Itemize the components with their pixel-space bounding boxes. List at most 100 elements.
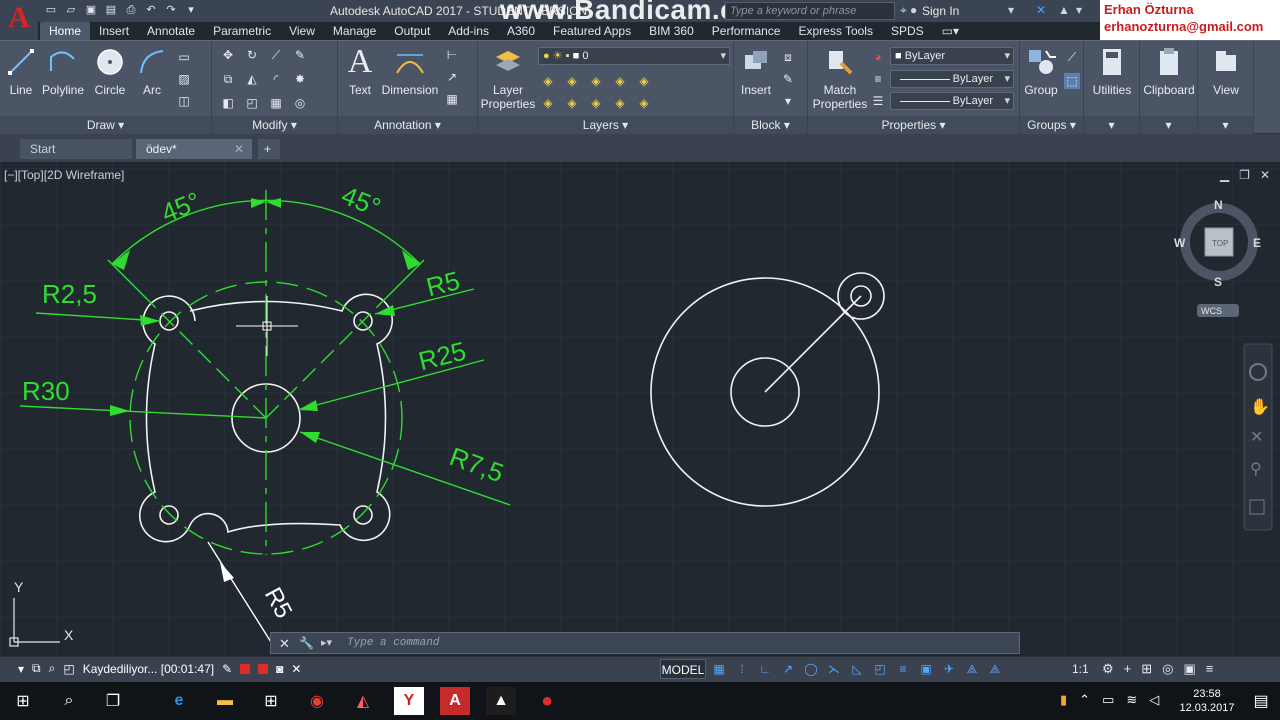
layer-unisolate-icon[interactable]: ◈: [588, 95, 604, 111]
layer-current-icon[interactable]: ◈: [636, 73, 652, 89]
save-icon[interactable]: ▣: [84, 3, 98, 17]
tab-output[interactable]: Output: [385, 22, 439, 40]
orbit-icon[interactable]: ⚲: [1250, 461, 1262, 478]
binoculars-icon[interactable]: ⌖: [900, 3, 907, 18]
system-clock[interactable]: 23:58 12.03.2017: [1172, 687, 1242, 715]
table-icon[interactable]: ▦: [444, 91, 460, 107]
layer-unlock-icon[interactable]: ◈: [636, 95, 652, 111]
sign-in-dropdown-icon[interactable]: ▾: [1008, 3, 1014, 17]
leader-icon[interactable]: ↗: [444, 69, 460, 85]
sign-in-link[interactable]: Sign In: [922, 4, 959, 18]
recorder-menu-icon[interactable]: ▾: [18, 662, 24, 676]
group-select-icon[interactable]: ⬚: [1064, 73, 1080, 89]
hardware-accel-icon[interactable]: ◎: [1162, 661, 1173, 677]
new-tab-button[interactable]: +: [258, 139, 280, 159]
layer-freeze-icon[interactable]: ◈: [588, 73, 604, 89]
tab-odev[interactable]: ödev* ✕: [136, 139, 252, 159]
search-box[interactable]: Type a keyword or phrase: [725, 2, 895, 20]
drawing-area[interactable]: 45° 45° R2,5 R5 R25 R30 R7,5 R5 Y X TOP …: [0, 162, 1280, 656]
action-center-icon[interactable]: ▤: [1246, 687, 1276, 715]
polyline-button[interactable]: Polyline: [40, 45, 86, 97]
undo-icon[interactable]: ↶: [144, 3, 158, 17]
clean-screen-icon[interactable]: ▣: [1184, 661, 1196, 677]
tray-expand-icon[interactable]: ⌃: [1079, 692, 1090, 708]
mirror-icon[interactable]: ◭: [244, 71, 260, 87]
annotation-panel-title[interactable]: Annotation ▾: [338, 116, 477, 134]
tab-add-ins[interactable]: Add-ins: [439, 22, 498, 40]
rotate-icon[interactable]: ↻: [244, 47, 260, 63]
recorder-camera-icon[interactable]: ◙: [276, 662, 283, 676]
dimension-button[interactable]: Dimension: [380, 45, 440, 97]
annotation-visibility-icon[interactable]: ✈: [942, 661, 956, 677]
view-button[interactable]: View: [1198, 45, 1254, 97]
erase-icon[interactable]: ✎: [292, 47, 308, 63]
exchange-icon[interactable]: ✕: [1036, 3, 1046, 17]
tab-view[interactable]: View: [280, 22, 324, 40]
block-attribute-icon[interactable]: ▾: [780, 93, 796, 109]
clipboard-button[interactable]: Clipboard: [1140, 45, 1198, 97]
auto-scale-icon[interactable]: ⟁: [965, 661, 979, 677]
task-view-icon[interactable]: ❐: [98, 687, 128, 715]
groups-panel-title[interactable]: Groups ▾: [1020, 116, 1083, 134]
viewport-minimize-icon[interactable]: ▁: [1220, 168, 1229, 182]
autocad-taskbar-icon[interactable]: A: [440, 687, 470, 715]
layer-dropdown[interactable]: ● ☀ ▪ ■ 0: [538, 47, 730, 65]
isodraft-toggle-icon[interactable]: ◯: [804, 661, 818, 677]
osnap-tracking-icon[interactable]: ⋋: [827, 661, 841, 677]
lineweight-dropdown[interactable]: ByLayer: [890, 70, 1014, 88]
tab-bim-360[interactable]: BIM 360: [640, 22, 703, 40]
layer-previous-icon[interactable]: ◈: [564, 95, 580, 111]
utilities-button[interactable]: Utilities: [1084, 45, 1140, 97]
transparency-toggle-icon[interactable]: ≡: [896, 661, 910, 677]
file-explorer-icon[interactable]: ▬: [210, 687, 240, 715]
keyboard-icon[interactable]: ▭: [1102, 692, 1114, 708]
recorder-stop-icon[interactable]: [240, 663, 251, 674]
plus-icon[interactable]: +: [1124, 661, 1132, 677]
ungroup-icon[interactable]: ⟋: [1064, 49, 1080, 65]
recorder-search-icon[interactable]: ⌕: [49, 661, 56, 676]
command-close-icon[interactable]: ✕: [279, 636, 290, 652]
tab-performance[interactable]: Performance: [703, 22, 790, 40]
autocad-logo-icon[interactable]: A: [0, 0, 38, 40]
create-block-icon[interactable]: ⧈: [780, 49, 796, 65]
tab-spds[interactable]: SPDS: [882, 22, 933, 40]
recorder-pen-icon[interactable]: ✎: [222, 662, 232, 676]
polar-toggle-icon[interactable]: ↗: [781, 661, 795, 677]
layer-thaw-icon[interactable]: ◈: [612, 95, 628, 111]
tab-start[interactable]: Start: [20, 139, 132, 159]
snap-toggle-icon[interactable]: ⁞: [735, 661, 749, 677]
media-app-icon[interactable]: ◭: [348, 687, 378, 715]
stretch-icon[interactable]: ◧: [220, 95, 236, 111]
store-icon[interactable]: ⊞: [256, 687, 286, 715]
osnap-toggle-icon[interactable]: ◺: [850, 661, 864, 677]
edit-block-icon[interactable]: ✎: [780, 71, 796, 87]
volume-icon[interactable]: ◁: [1149, 692, 1159, 708]
layer-isolate-icon[interactable]: ◈: [564, 73, 580, 89]
annotation-scale[interactable]: 1:1: [1072, 662, 1089, 676]
line-button[interactable]: Line: [4, 45, 38, 97]
yandex-icon[interactable]: Y: [394, 687, 424, 715]
boundary-icon[interactable]: ◫: [176, 93, 192, 109]
command-customize-icon[interactable]: 🔧: [299, 636, 314, 650]
layer-properties-button[interactable]: Layer Properties: [480, 45, 536, 111]
edge-browser-icon[interactable]: e: [164, 687, 194, 715]
clipboard-expand[interactable]: ▾: [1140, 116, 1197, 134]
layer-match-icon[interactable]: ◈: [540, 95, 556, 111]
text-button[interactable]: A Text: [342, 43, 378, 97]
properties-panel-title[interactable]: Properties ▾: [808, 116, 1019, 134]
annotation-scale-icon[interactable]: ⟁: [988, 661, 1002, 677]
selection-cycling-icon[interactable]: ▣: [919, 661, 933, 677]
save-as-icon[interactable]: ▤: [104, 3, 118, 17]
modify-panel-title[interactable]: Modify ▾: [212, 116, 337, 134]
insert-block-button[interactable]: Insert: [736, 45, 776, 97]
pan-icon[interactable]: ✋: [1250, 397, 1270, 416]
tab-overflow-icon[interactable]: ▭▾: [933, 22, 968, 40]
hatch-icon[interactable]: ▨: [176, 71, 192, 87]
draw-panel-title[interactable]: Draw ▾: [0, 116, 211, 134]
circle-button[interactable]: Circle: [90, 45, 130, 97]
trim-icon[interactable]: ⟋: [268, 47, 284, 63]
view-expand[interactable]: ▾: [1198, 116, 1253, 134]
grid-toggle-icon[interactable]: ▦: [712, 661, 726, 677]
copy-icon[interactable]: ⧉: [220, 71, 236, 87]
isolate-objects-icon[interactable]: ⊞: [1141, 661, 1152, 677]
